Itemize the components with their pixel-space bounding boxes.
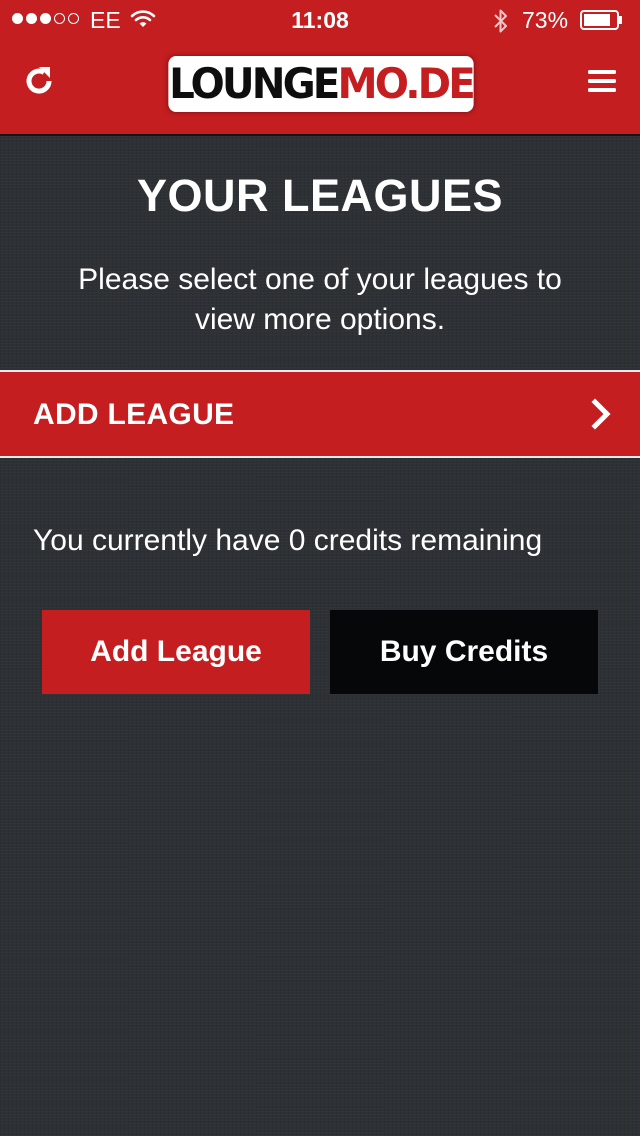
battery-percent: 73% bbox=[522, 7, 569, 33]
credits-remaining-text: You currently have 0 credits remaining bbox=[33, 524, 543, 557]
nav-bar: LOUNGE MO.DE bbox=[0, 40, 640, 134]
add-league-row[interactable]: ADD LEAGUE bbox=[0, 370, 640, 458]
page-title: YOUR LEAGUES bbox=[136, 170, 504, 221]
add-league-row-label: ADD LEAGUE bbox=[33, 398, 235, 431]
logo-text-mode: MO.DE bbox=[337, 59, 475, 108]
page-subtitle: Please select one of your leagues to vie… bbox=[78, 263, 562, 336]
battery-icon bbox=[580, 10, 622, 30]
chevron-right-icon bbox=[591, 398, 611, 430]
top-bar: EE 11:08 73% LOUNGE MO.DE bbox=[0, 0, 640, 136]
loungemo-logo: LOUNGE MO.DE bbox=[168, 56, 476, 112]
refresh-icon[interactable] bbox=[22, 64, 56, 98]
bluetooth-icon bbox=[494, 9, 507, 33]
buy-credits-button[interactable]: Buy Credits bbox=[330, 610, 598, 694]
add-league-button[interactable]: Add League bbox=[42, 610, 310, 694]
status-bar: EE 11:08 73% bbox=[0, 0, 640, 40]
hamburger-menu-icon[interactable] bbox=[586, 68, 618, 94]
logo-text-lounge: LOUNGE bbox=[169, 59, 340, 108]
